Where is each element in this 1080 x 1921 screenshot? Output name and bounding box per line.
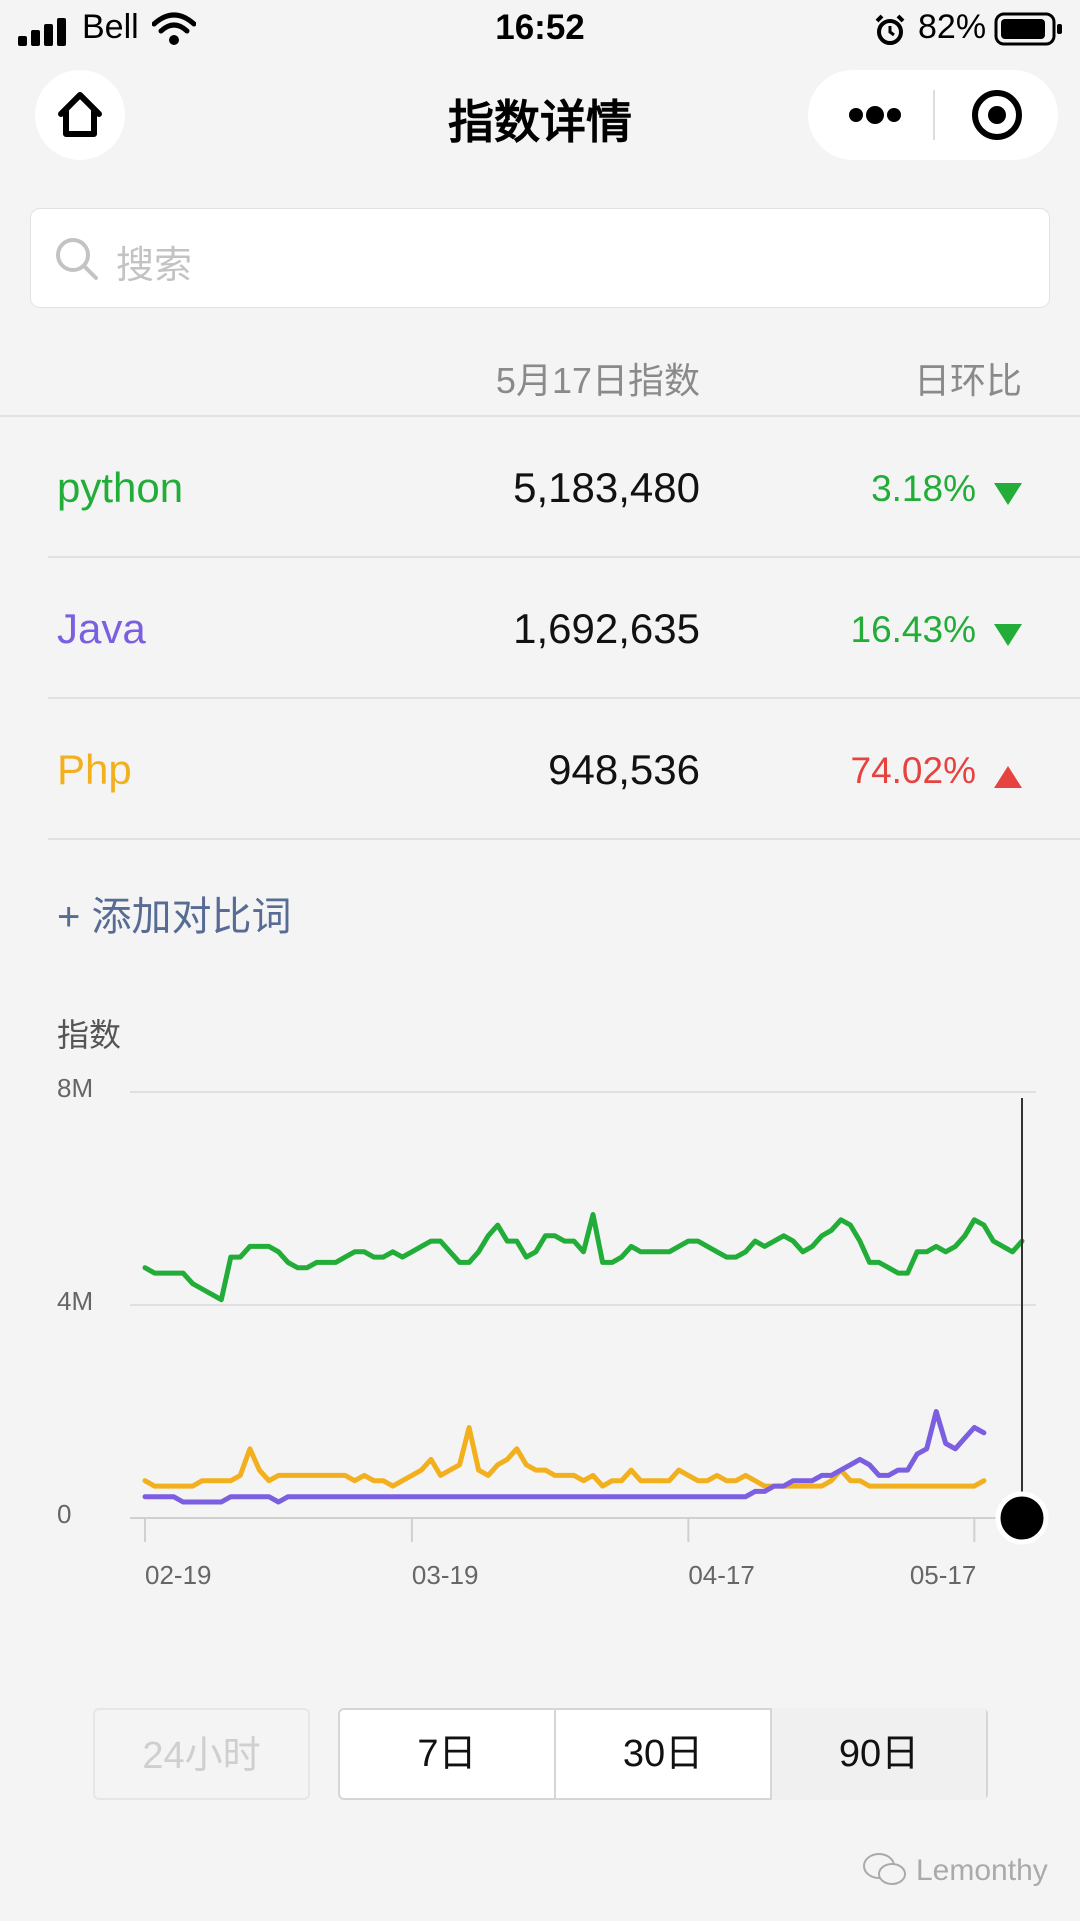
more-dots-icon	[849, 106, 901, 124]
y-tick-label: 4M	[57, 1286, 93, 1316]
change-percent: 74.02%	[850, 750, 977, 791]
crosshair-handle	[995, 1491, 1049, 1545]
x-tick-label: 05-17	[910, 1560, 977, 1590]
table-row-java[interactable]: Java 1,692,635 16.43%	[0, 558, 1080, 696]
search-icon	[54, 236, 100, 287]
range-7d-button[interactable]: 7日	[340, 1708, 554, 1800]
status-bar: Bell 16:52 82%	[0, 0, 1080, 62]
add-compare-term-link[interactable]: + 添加对比词	[57, 884, 291, 942]
battery-percent: 82%	[918, 8, 987, 46]
index-value: 1,692,635	[513, 605, 700, 652]
capsule-divider	[933, 90, 935, 140]
y-tick-label: 0	[57, 1499, 71, 1529]
trend-chart[interactable]: 8M 4M 0 02-19 03-19 04-17 05-17	[0, 1060, 1080, 1620]
table-row-python[interactable]: python 5,183,480 3.18%	[0, 417, 1080, 555]
increase-arrow-icon	[994, 766, 1022, 788]
range-90d-button[interactable]: 90日	[772, 1708, 986, 1800]
x-tick-label: 02-19	[145, 1560, 212, 1590]
y-tick-label: 8M	[57, 1073, 93, 1103]
series-line-java	[142, 1409, 987, 1505]
battery-icon	[994, 12, 1064, 55]
series-line-php	[142, 1425, 987, 1489]
x-tick-label: 03-19	[412, 1560, 479, 1590]
range-24h-button[interactable]: 24小时	[93, 1708, 310, 1800]
index-value: 948,536	[548, 746, 700, 793]
decrease-arrow-icon	[994, 624, 1022, 646]
wechat-logo-icon	[862, 1850, 908, 1895]
change-percent: 16.43%	[850, 609, 977, 650]
term-name: Java	[57, 605, 146, 652]
close-miniprogram-button[interactable]	[940, 70, 1050, 160]
x-tick-label: 04-17	[688, 1560, 755, 1590]
chart-y-axis-label: 指数	[57, 1017, 122, 1053]
series-line-python	[142, 1212, 1025, 1303]
decrease-arrow-icon	[994, 483, 1022, 505]
column-header-change: 日环比	[913, 360, 1022, 401]
more-button[interactable]	[820, 70, 930, 160]
table-row-php[interactable]: Php 948,536 74.02%	[0, 699, 1080, 837]
search-placeholder: 搜索	[116, 245, 193, 287]
term-name: python	[57, 464, 184, 511]
watermark-text: Lemonthy	[916, 1854, 1048, 1887]
index-value: 5,183,480	[513, 464, 700, 511]
column-header-index: 5月17日指数	[495, 360, 700, 401]
range-30d-button[interactable]: 30日	[556, 1708, 770, 1800]
alarm-icon	[874, 14, 906, 55]
target-icon	[972, 90, 1022, 140]
row-divider	[48, 838, 1080, 840]
change-percent: 3.18%	[871, 468, 976, 509]
term-name: Php	[57, 746, 132, 793]
